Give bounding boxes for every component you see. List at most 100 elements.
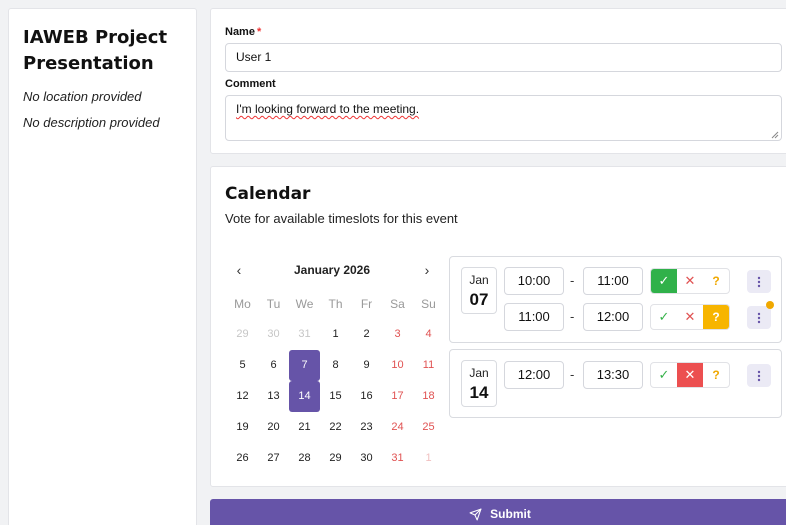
end-time-field[interactable]: 11:00 bbox=[583, 267, 643, 295]
calendar-day[interactable]: 22 bbox=[320, 412, 351, 443]
vote-no-button[interactable]: ✕ bbox=[677, 269, 703, 293]
time-separator: - bbox=[570, 309, 575, 324]
start-time-field[interactable]: 12:00 bbox=[504, 361, 564, 389]
calendar-day[interactable]: 29 bbox=[320, 443, 351, 474]
x-icon: ✕ bbox=[684, 309, 696, 324]
more-vertical-icon bbox=[757, 370, 761, 381]
date-day: 07 bbox=[469, 290, 489, 309]
calendar-day[interactable]: 20 bbox=[258, 412, 289, 443]
month-navigation: January 2026 ‹ › bbox=[225, 262, 439, 280]
weekday-label: Tu bbox=[266, 297, 281, 311]
event-title: IAWEB Project Presentation bbox=[23, 27, 168, 74]
event-info-panel: IAWEB Project Presentation No location p… bbox=[8, 8, 197, 525]
calendar-day[interactable]: 5 bbox=[227, 350, 258, 381]
day-grid: 29 30 31 1 2 3 4 5 6 7 8 9 10 11 12 13 14 15 16 17 18 19 20 21 2… bbox=[227, 319, 444, 474]
slot-options-button[interactable] bbox=[747, 364, 771, 387]
x-icon: ✕ bbox=[684, 273, 696, 288]
end-time-field[interactable]: 12:00 bbox=[583, 303, 643, 331]
weekday-label: Mo bbox=[234, 297, 251, 311]
calendar-day[interactable]: 1 bbox=[413, 443, 444, 474]
calendar-day[interactable]: 27 bbox=[258, 443, 289, 474]
participant-form: Name * User 1 Comment I'm looking forward… bbox=[210, 8, 786, 154]
required-asterisk: * bbox=[256, 26, 262, 38]
chevron-right-icon[interactable]: › bbox=[419, 262, 435, 278]
slot-options-button[interactable] bbox=[747, 270, 771, 293]
vote-yes-button[interactable]: ✓ bbox=[651, 269, 677, 293]
x-icon: ✕ bbox=[684, 367, 696, 382]
end-time-field[interactable]: 13:30 bbox=[583, 361, 643, 389]
calendar-day[interactable]: 19 bbox=[227, 412, 258, 443]
timeslot-group-jan-14: Jan 14 12:00 - 13:30 ✓ ✕ ? bbox=[449, 349, 782, 418]
vote-maybe-button[interactable]: ? bbox=[703, 363, 729, 387]
calendar-day[interactable]: 8 bbox=[320, 350, 351, 381]
vote-no-button[interactable]: ✕ bbox=[677, 305, 703, 329]
calendar-day[interactable]: 29 bbox=[227, 319, 258, 350]
calendar-day[interactable]: 31 bbox=[289, 319, 320, 350]
calendar-day[interactable]: 16 bbox=[351, 381, 382, 412]
calendar-day[interactable]: 31 bbox=[382, 443, 413, 474]
comment-textarea[interactable]: I'm looking forward to the meeting. bbox=[225, 95, 782, 141]
page: IAWEB Project Presentation No location p… bbox=[0, 0, 786, 525]
calendar-day[interactable]: 15 bbox=[320, 381, 351, 412]
calendar-day[interactable]: 12 bbox=[227, 381, 258, 412]
resize-grip-icon[interactable] bbox=[771, 131, 779, 139]
calendar-day[interactable]: 1 bbox=[320, 319, 351, 350]
month-label: January 2026 bbox=[293, 263, 371, 277]
calendar-day[interactable]: 2 bbox=[351, 319, 382, 350]
calendar-day[interactable]: 24 bbox=[382, 412, 413, 443]
vote-yes-button[interactable]: ✓ bbox=[651, 305, 677, 329]
time-separator: - bbox=[570, 273, 575, 288]
vote-maybe-button[interactable]: ? bbox=[703, 305, 729, 329]
date-day: 14 bbox=[469, 383, 489, 402]
calendar-day-selected[interactable]: 7 bbox=[289, 350, 320, 381]
slot-options-button[interactable] bbox=[747, 306, 771, 329]
calendar-day[interactable]: 25 bbox=[413, 412, 444, 443]
vote-button-group: ✓ ✕ ? bbox=[650, 268, 730, 294]
calendar-day[interactable]: 6 bbox=[258, 350, 289, 381]
calendar-card: Calendar Vote for available timeslots fo… bbox=[210, 166, 786, 487]
weekday-label: Fr bbox=[360, 297, 373, 311]
calendar-day[interactable]: 18 bbox=[413, 381, 444, 412]
calendar-day[interactable]: 4 bbox=[413, 319, 444, 350]
comment-text: I'm looking forward to the meeting. bbox=[236, 102, 420, 116]
vote-no-button[interactable]: ✕ bbox=[677, 363, 703, 387]
calendar-day-selected[interactable]: 14 bbox=[289, 381, 320, 412]
submit-label: Submit bbox=[490, 507, 531, 521]
calendar-day[interactable]: 9 bbox=[351, 350, 382, 381]
start-time-field[interactable]: 10:00 bbox=[504, 267, 564, 295]
calendar-day[interactable]: 3 bbox=[382, 319, 413, 350]
calendar-title: Calendar bbox=[225, 184, 311, 204]
calendar-day[interactable]: 30 bbox=[351, 443, 382, 474]
notification-dot bbox=[766, 301, 774, 309]
calendar-day[interactable]: 11 bbox=[413, 350, 444, 381]
calendar-day[interactable]: 17 bbox=[382, 381, 413, 412]
vote-yes-button[interactable]: ✓ bbox=[651, 363, 677, 387]
weekday-label: Sa bbox=[390, 297, 405, 311]
calendar-day[interactable]: 21 bbox=[289, 412, 320, 443]
date-badge: Jan 07 bbox=[461, 267, 497, 314]
calendar-day[interactable]: 28 bbox=[289, 443, 320, 474]
weekday-header: Mo Tu We Th Fr Sa Su bbox=[227, 296, 444, 312]
calendar-day[interactable]: 26 bbox=[227, 443, 258, 474]
vote-maybe-button[interactable]: ? bbox=[703, 269, 729, 293]
event-location: No location provided bbox=[23, 89, 142, 104]
calendar-day[interactable]: 23 bbox=[351, 412, 382, 443]
date-month: Jan bbox=[469, 366, 489, 380]
submit-button[interactable]: Submit bbox=[210, 499, 786, 525]
calendar-day[interactable]: 10 bbox=[382, 350, 413, 381]
calendar-day[interactable]: 13 bbox=[258, 381, 289, 412]
date-month: Jan bbox=[469, 273, 489, 287]
timeslot-group-jan-07: Jan 07 10:00 - 11:00 ✓ ✕ ? 11:00 - 12:00… bbox=[449, 256, 782, 343]
start-time-field[interactable]: 11:00 bbox=[504, 303, 564, 331]
weekday-label: Su bbox=[421, 297, 436, 311]
weekday-label: We bbox=[295, 297, 314, 311]
weekday-label: Th bbox=[328, 297, 343, 311]
name-label-text: Name bbox=[225, 26, 255, 38]
comment-label: Comment bbox=[225, 78, 276, 90]
check-icon: ✓ bbox=[658, 367, 670, 382]
name-input[interactable]: User 1 bbox=[225, 43, 782, 72]
chevron-left-icon[interactable]: ‹ bbox=[231, 262, 247, 278]
calendar-day[interactable]: 30 bbox=[258, 319, 289, 350]
vote-button-group: ✓ ✕ ? bbox=[650, 304, 730, 330]
time-separator: - bbox=[570, 367, 575, 382]
